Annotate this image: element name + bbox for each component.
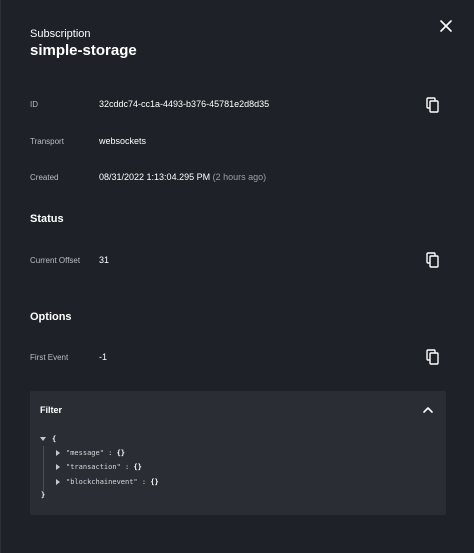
json-entry[interactable]: "transaction" : {} xyxy=(56,463,142,471)
status-section-title: Status xyxy=(30,213,64,225)
panel-eyebrow: Subscription xyxy=(30,28,91,40)
json-key: "blockchainevent" xyxy=(66,478,138,486)
current-offset-label: Current Offset xyxy=(30,256,81,265)
json-value: {} xyxy=(150,478,159,486)
json-separator: : xyxy=(137,478,151,486)
transport-label: Transport xyxy=(30,137,64,146)
copy-icon xyxy=(426,349,439,365)
json-value: {} xyxy=(133,463,142,471)
json-open-brace: { xyxy=(52,435,57,443)
json-key: "message" xyxy=(66,449,104,457)
filter-panel: Filter { "message" : {} "transaction" : … xyxy=(30,391,446,515)
json-close-line: } xyxy=(41,491,45,499)
chevron-up-icon xyxy=(423,407,433,413)
json-entry[interactable]: "message" : {} xyxy=(56,449,125,457)
first-event-value: -1 xyxy=(99,352,108,362)
copy-icon xyxy=(426,97,439,113)
filter-title: Filter xyxy=(40,405,63,415)
transport-value: websockets xyxy=(99,136,147,146)
copy-id-button[interactable] xyxy=(424,96,442,114)
created-relative-time: (2 hours ago) xyxy=(212,172,267,182)
subscription-name: simple-storage xyxy=(30,42,137,59)
created-label: Created xyxy=(30,173,59,182)
options-section-title: Options xyxy=(30,311,72,323)
json-close-brace: } xyxy=(41,491,46,499)
copy-icon xyxy=(426,252,439,268)
copy-first-event-button[interactable] xyxy=(424,348,442,366)
caret-right-icon xyxy=(56,464,60,470)
json-key: "transaction" xyxy=(66,463,121,471)
json-root-line[interactable]: { xyxy=(40,435,56,443)
json-entry[interactable]: "blockchainevent" : {} xyxy=(56,478,159,486)
json-value: {} xyxy=(116,449,126,457)
created-timestamp: 08/31/2022 1:13:04.295 PM xyxy=(99,172,211,182)
json-tree-guide xyxy=(43,446,44,491)
subscription-details-panel: Subscription simple-storage ID 32cddc74-… xyxy=(0,0,474,553)
first-event-label: First Event xyxy=(30,353,69,362)
close-icon xyxy=(440,20,452,32)
caret-right-icon xyxy=(56,450,60,456)
id-value: 32cddc74-cc1a-4493-b376-45781e2d8d35 xyxy=(99,99,270,109)
caret-right-icon xyxy=(56,479,60,485)
id-label: ID xyxy=(30,100,38,109)
created-value: 08/31/2022 1:13:04.295 PM (2 hours ago) xyxy=(99,172,266,182)
current-offset-value: 31 xyxy=(99,255,110,265)
copy-offset-button[interactable] xyxy=(424,251,442,269)
caret-down-icon xyxy=(40,437,46,441)
close-button[interactable] xyxy=(437,17,455,35)
json-separator: : xyxy=(103,449,117,457)
json-separator: : xyxy=(120,463,134,471)
collapse-filter-button[interactable] xyxy=(420,402,436,418)
